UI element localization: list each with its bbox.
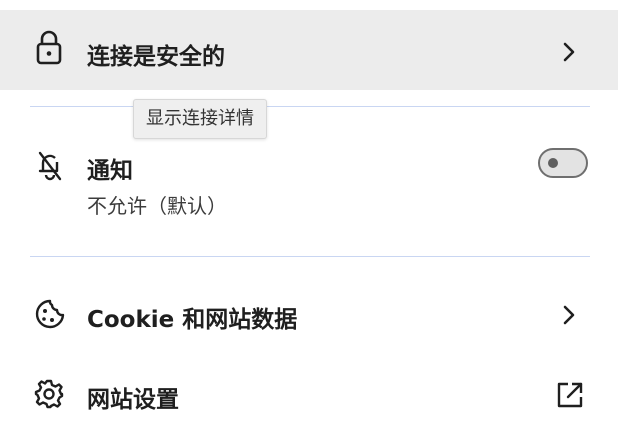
external-link-icon — [557, 382, 583, 408]
chevron-right-icon — [563, 305, 575, 325]
cookies-row[interactable]: Cookie 和网站数据 — [0, 285, 618, 345]
divider — [30, 256, 590, 257]
cookies-label: Cookie 和网站数据 — [87, 307, 298, 333]
connection-details-tooltip: 显示连接详情 — [133, 99, 267, 139]
divider — [30, 106, 590, 107]
connection-security-label: 连接是安全的 — [87, 44, 225, 70]
cookie-icon — [35, 299, 65, 329]
connection-security-row[interactable]: 连接是安全的 — [0, 10, 618, 90]
toggle-knob — [548, 158, 558, 168]
gear-icon — [34, 379, 64, 409]
lock-icon — [36, 30, 62, 65]
notifications-row: 通知 不允许（默认） — [0, 138, 618, 238]
notifications-off-icon — [38, 151, 62, 181]
site-settings-row[interactable]: 网站设置 — [0, 365, 618, 425]
notifications-status: 不允许（默认） — [87, 194, 227, 218]
notifications-label: 通知 — [87, 158, 133, 184]
chevron-right-icon — [563, 42, 575, 62]
site-settings-label: 网站设置 — [87, 387, 179, 413]
notifications-toggle[interactable] — [538, 148, 588, 178]
